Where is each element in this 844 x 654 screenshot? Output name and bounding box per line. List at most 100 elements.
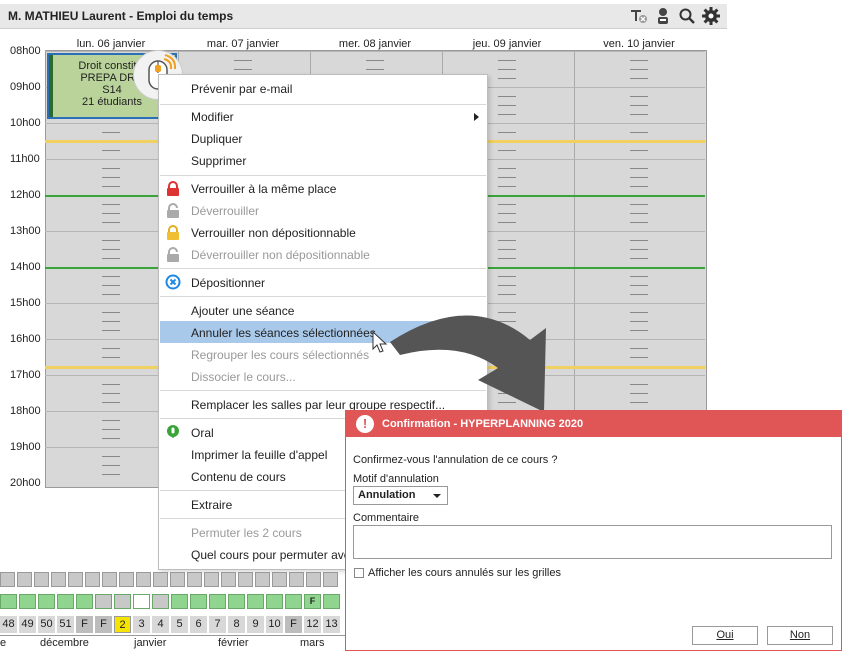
week-number[interactable]: 49 (19, 616, 36, 633)
week-number[interactable]: F (76, 616, 93, 633)
menu-item-annuler-seances[interactable]: Annuler les séances sélectionnées (191, 326, 376, 340)
week-cell[interactable] (272, 572, 287, 587)
week-activity-cell[interactable] (247, 594, 264, 609)
week-cell[interactable] (119, 572, 134, 587)
quarter-mark (102, 393, 120, 394)
month-label: février (218, 637, 249, 649)
week-number[interactable]: 48 (0, 616, 17, 633)
quarter-mark (102, 240, 120, 241)
person-icon[interactable] (653, 6, 673, 26)
menu-item-contenu-cours[interactable]: Contenu de cours (191, 470, 286, 484)
week-number[interactable]: 12 (304, 616, 321, 633)
week-activity-cell[interactable] (285, 594, 302, 609)
week-cell[interactable] (0, 572, 15, 587)
menu-separator (160, 296, 486, 297)
menu-item-extraire[interactable]: Extraire (191, 498, 232, 512)
menu-item-oral[interactable]: Oral (191, 426, 214, 440)
week-grid-row (0, 572, 338, 587)
week-number[interactable]: 3 (133, 616, 150, 633)
non-button[interactable]: Non (767, 626, 833, 645)
week-cell[interactable] (51, 572, 66, 587)
week-cell[interactable] (136, 572, 151, 587)
week-number[interactable]: 2 (114, 616, 131, 633)
gear-icon[interactable] (701, 6, 721, 26)
week-number[interactable]: 7 (209, 616, 226, 633)
week-cell[interactable] (289, 572, 304, 587)
week-activity-cell[interactable]: F (304, 594, 321, 609)
show-cancelled-checkbox[interactable] (354, 568, 364, 578)
week-activity-cell[interactable] (95, 594, 112, 609)
week-cell[interactable] (204, 572, 219, 587)
week-number[interactable]: 50 (38, 616, 55, 633)
week-number[interactable]: 5 (171, 616, 188, 633)
comment-field[interactable] (353, 525, 832, 559)
motif-select[interactable]: Annulation (353, 486, 448, 505)
week-activity-cell[interactable] (114, 594, 131, 609)
warning-icon: ! (356, 415, 374, 433)
menu-item-quel-cours-permuter[interactable]: Quel cours pour permuter ave (191, 548, 350, 562)
week-cell[interactable] (85, 572, 100, 587)
menu-item-dupliquer[interactable]: Dupliquer (191, 132, 242, 146)
menu-item-supprimer[interactable]: Supprimer (191, 154, 246, 168)
menu-item-verrouiller[interactable]: Verrouiller à la même place (191, 182, 336, 196)
week-activity-cell[interactable] (38, 594, 55, 609)
menu-item-depositionner[interactable]: Dépositionner (191, 276, 265, 290)
week-activity-cell[interactable] (209, 594, 226, 609)
hour-label: 13h00 (10, 225, 41, 237)
week-number[interactable]: F (95, 616, 112, 633)
week-activity-cell[interactable] (57, 594, 74, 609)
filter-clear-icon[interactable] (629, 6, 649, 26)
week-activity-cell[interactable] (152, 594, 169, 609)
week-activity-cell[interactable] (133, 594, 150, 609)
week-cell[interactable] (323, 572, 338, 587)
quarter-mark (630, 357, 648, 358)
quarter-mark (498, 294, 516, 295)
quarter-mark (498, 240, 516, 241)
week-number[interactable]: 8 (228, 616, 245, 633)
week-activity-cell[interactable] (19, 594, 36, 609)
week-activity-cell[interactable] (266, 594, 283, 609)
search-icon[interactable] (677, 6, 697, 26)
week-number[interactable]: 51 (57, 616, 74, 633)
week-number[interactable]: 9 (247, 616, 264, 633)
week-activity-cell[interactable] (228, 594, 245, 609)
week-number[interactable]: 4 (152, 616, 169, 633)
quarter-mark (630, 348, 648, 349)
week-number[interactable]: F (285, 616, 302, 633)
quarter-mark (102, 177, 120, 178)
week-activity-cell[interactable] (323, 594, 340, 609)
week-cell[interactable] (187, 572, 202, 587)
week-cell[interactable] (221, 572, 236, 587)
week-cell[interactable] (68, 572, 83, 587)
quarter-mark (498, 258, 516, 259)
menu-item-verrouiller-non-depositionnable[interactable]: Verrouiller non dépositionnable (191, 226, 356, 240)
week-cell[interactable] (238, 572, 253, 587)
week-activity-cell[interactable] (190, 594, 207, 609)
quarter-mark (630, 168, 648, 169)
week-cell[interactable] (306, 572, 321, 587)
week-activity-cell[interactable] (76, 594, 93, 609)
week-number[interactable]: 10 (266, 616, 283, 633)
menu-item-ajouter-seance[interactable]: Ajouter une séance (191, 304, 294, 318)
week-activity-cell[interactable] (171, 594, 188, 609)
week-number[interactable]: 13 (323, 616, 340, 633)
week-cell[interactable] (102, 572, 117, 587)
quarter-mark (234, 60, 252, 61)
week-cell[interactable] (34, 572, 49, 587)
week-cell[interactable] (17, 572, 32, 587)
week-activity-cell[interactable] (0, 594, 17, 609)
week-cell[interactable] (170, 572, 185, 587)
month-label: décembre (40, 637, 89, 649)
quarter-mark (498, 105, 516, 106)
menu-item-imprimer-feuille-appel[interactable]: Imprimer la feuille d'appel (191, 448, 327, 462)
menu-separator (160, 175, 486, 176)
month-row: e décembre janvier février mars (0, 635, 345, 652)
quarter-mark (498, 114, 516, 115)
oui-button[interactable]: Oui (692, 626, 758, 645)
menu-item-prevenir-email[interactable]: Prévenir par e-mail (191, 82, 292, 96)
menu-item-modifier[interactable]: Modifier (191, 110, 234, 124)
week-cell[interactable] (153, 572, 168, 587)
week-number[interactable]: 6 (190, 616, 207, 633)
quarter-mark (630, 321, 648, 322)
week-cell[interactable] (255, 572, 270, 587)
